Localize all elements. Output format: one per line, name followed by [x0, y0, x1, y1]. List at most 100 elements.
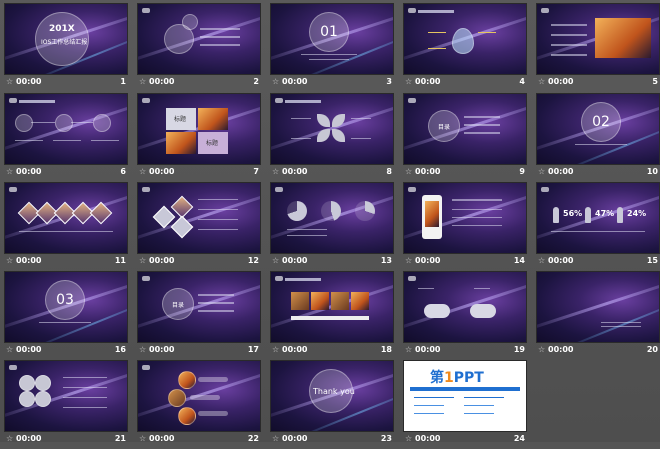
section-number: 02: [592, 114, 610, 130]
slide-13[interactable]: ☆ 00:00 13: [270, 182, 394, 271]
sunset-photo: [595, 18, 651, 58]
person-icon: [585, 207, 591, 223]
slide-5-thumbnail[interactable]: [536, 3, 660, 75]
slide-24[interactable]: 第1PPT ☆ 00:00 24: [403, 360, 527, 449]
slide-15[interactable]: 56% 47% 24% ☆ 00:00 15: [536, 182, 660, 271]
logo-icon: [142, 98, 150, 103]
slide-10-thumbnail[interactable]: 02: [536, 93, 660, 165]
star-icon: ☆: [272, 167, 280, 176]
slide-24-thumbnail[interactable]: 第1PPT: [403, 360, 527, 432]
star-icon: ☆: [139, 345, 147, 354]
slide-2[interactable]: ☆ 00:00 2: [137, 3, 261, 92]
logo-icon: [541, 8, 549, 13]
star-icon: ☆: [405, 167, 413, 176]
star-icon: ☆: [139, 77, 147, 86]
slide-18-thumbnail[interactable]: [270, 271, 394, 343]
slide-time: 00:00: [16, 77, 42, 86]
slide-4-thumbnail[interactable]: [403, 3, 527, 75]
logo-icon: [275, 276, 283, 281]
brand-logo: 第1PPT: [430, 370, 484, 386]
person-icon: [553, 207, 559, 223]
slide-22-thumbnail[interactable]: [137, 360, 261, 432]
slide-7-thumbnail[interactable]: 标题 标题: [137, 93, 261, 165]
slide-19[interactable]: ☆ 00:00 19: [403, 271, 527, 360]
slide-20-thumbnail[interactable]: [536, 271, 660, 343]
logo-icon: [142, 8, 150, 13]
slide-10[interactable]: 02 ☆ 00:00 10: [536, 93, 660, 182]
slide-5[interactable]: ☆ 00:00 5: [536, 3, 660, 92]
slide-19-thumbnail[interactable]: [403, 271, 527, 343]
slide-7[interactable]: 标题 标题 ☆ 00:00 7: [137, 93, 261, 182]
star-icon: ☆: [272, 256, 280, 265]
logo-icon: [275, 98, 283, 103]
slide-6-thumbnail[interactable]: [4, 93, 128, 165]
section-number: 01: [320, 24, 338, 40]
star-icon: ☆: [538, 167, 546, 176]
slide-18[interactable]: ☆ 00:00 18: [270, 271, 394, 360]
logo-icon: [9, 98, 17, 103]
pie-icon: [287, 201, 307, 221]
slide-17[interactable]: 目录 ☆ 00:00 17: [137, 271, 261, 360]
star-icon: ☆: [272, 345, 280, 354]
slide-22[interactable]: ☆ 00:00 22: [137, 360, 261, 449]
logo-icon: [142, 276, 150, 281]
logo-icon: [408, 276, 416, 281]
slide-17-thumbnail[interactable]: 目录: [137, 271, 261, 343]
logo-icon: [275, 187, 283, 192]
slide-1-thumbnail[interactable]: 201X IOS工作总结汇报: [4, 3, 128, 75]
drop-icon: [452, 28, 474, 54]
slide-23[interactable]: Thank you ☆ 00:00 23: [270, 360, 394, 449]
slide-23-thumbnail[interactable]: Thank you: [270, 360, 394, 432]
slide-1[interactable]: 201X IOS工作总结汇报 ☆ 00:00 1: [4, 3, 128, 92]
logo-icon: [408, 8, 416, 13]
slide-9[interactable]: 目录 ☆ 00:00 9: [403, 93, 527, 182]
slide-21[interactable]: ☆ 00:00 21: [4, 360, 128, 449]
logo-icon: [408, 187, 416, 192]
slide-12-thumbnail[interactable]: [137, 182, 261, 254]
slide-14[interactable]: ☆ 00:00 14: [403, 182, 527, 271]
slide-sorter: 201X IOS工作总结汇报 ☆ 00:00 1 ☆ 00:00 2 01 ☆ 00:00…: [0, 0, 660, 443]
logo-icon: [9, 365, 17, 370]
slide-2-thumbnail[interactable]: [137, 3, 261, 75]
star-icon: ☆: [405, 345, 413, 354]
star-icon: ☆: [538, 256, 546, 265]
slide-8-thumbnail[interactable]: [270, 93, 394, 165]
slide-20[interactable]: ☆ 00:00 20: [536, 271, 660, 360]
person-icon: [617, 207, 623, 223]
slide-11-thumbnail[interactable]: [4, 182, 128, 254]
logo-icon: [142, 365, 150, 370]
slide-11[interactable]: ☆ 00:00 11: [4, 182, 128, 271]
slide-8[interactable]: ☆ 00:00 8: [270, 93, 394, 182]
logo-icon: [541, 187, 549, 192]
slide-3[interactable]: 01 ☆ 00:00 3: [270, 3, 394, 92]
star-icon: ☆: [6, 77, 14, 86]
star-icon: ☆: [405, 77, 413, 86]
star-icon: ☆: [6, 256, 14, 265]
pie-icon: [355, 201, 375, 221]
star-icon: ☆: [538, 77, 546, 86]
star-icon: ☆: [139, 256, 147, 265]
slide-21-thumbnail[interactable]: [4, 360, 128, 432]
cloud-upload-icon: [470, 304, 496, 318]
section-number: 03: [56, 292, 74, 308]
star-icon: ☆: [6, 345, 14, 354]
slide-16[interactable]: 03 ☆ 00:00 16: [4, 271, 128, 360]
slide-9-thumbnail[interactable]: 目录: [403, 93, 527, 165]
slide-14-thumbnail[interactable]: [403, 182, 527, 254]
slide-16-thumbnail[interactable]: 03: [4, 271, 128, 343]
star-icon: ☆: [6, 167, 14, 176]
slide-4[interactable]: ☆ 00:00 4: [403, 3, 527, 92]
logo-icon: [142, 187, 150, 192]
star-icon: ☆: [272, 77, 280, 86]
pie-icon: [321, 201, 341, 221]
slide-15-thumbnail[interactable]: 56% 47% 24%: [536, 182, 660, 254]
slide-3-thumbnail[interactable]: 01: [270, 3, 394, 75]
slide-13-thumbnail[interactable]: [270, 182, 394, 254]
cloud-download-icon: [424, 304, 450, 318]
star-icon: ☆: [405, 256, 413, 265]
logo-icon: [408, 98, 416, 103]
slide-12[interactable]: ☆ 00:00 12: [137, 182, 261, 271]
slide-6[interactable]: ☆ 00:00 6: [4, 93, 128, 182]
thank-you-text: Thank you: [313, 387, 355, 396]
star-icon: ☆: [538, 345, 546, 354]
